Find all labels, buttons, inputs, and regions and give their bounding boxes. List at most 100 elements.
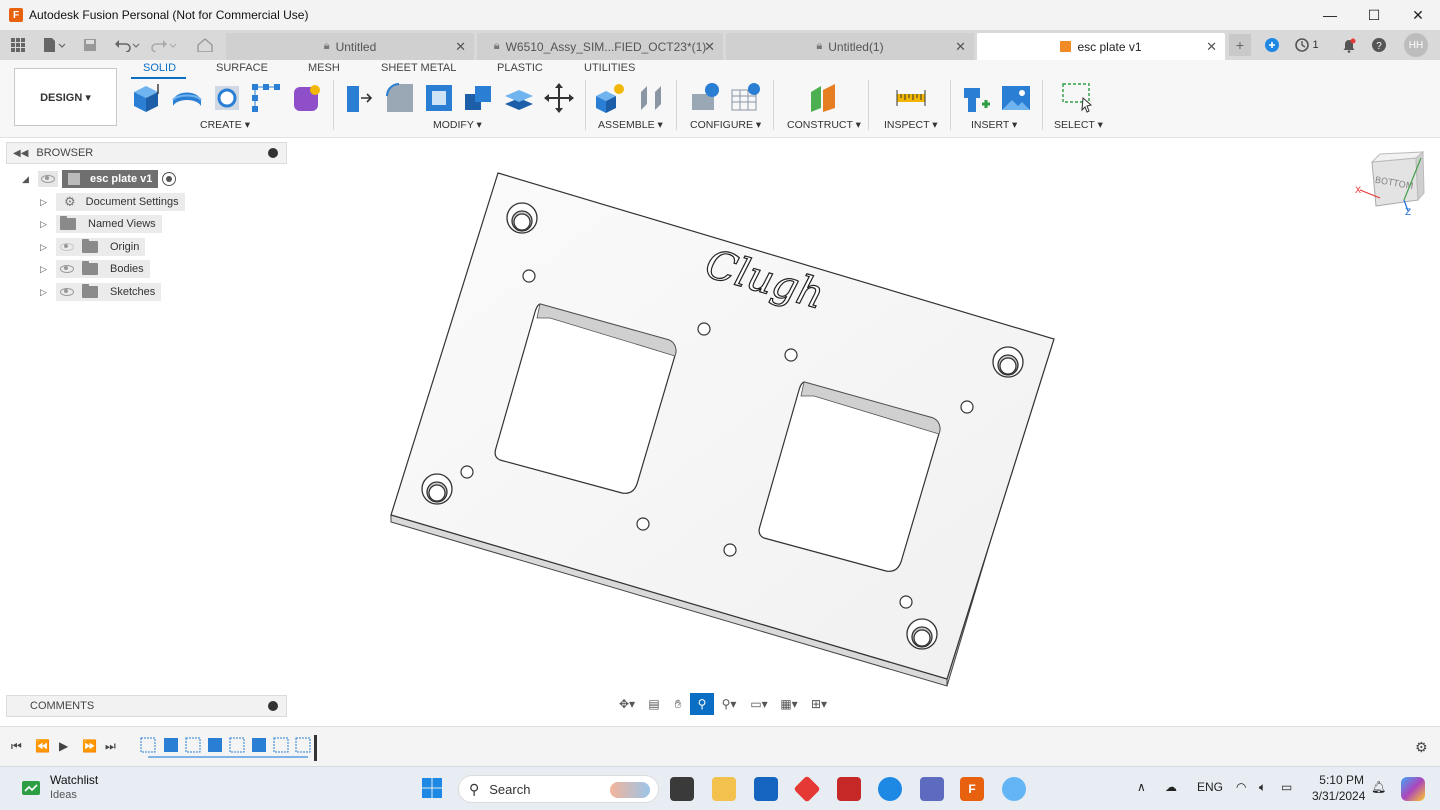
copilot-icon[interactable] [1401,777,1425,801]
look-at-icon[interactable]: ▤ [642,693,666,715]
timeline-settings-gear-icon[interactable]: ⚙ [1415,739,1428,756]
app-globe-icon[interactable] [1002,777,1026,801]
orbit-icon[interactable]: ✥▾ [612,693,642,715]
tab-w6510-assy[interactable]: 🔒︎ W6510_Assy_SIM...FIED_OCT23*(1) ✕ [477,33,723,60]
redo-icon[interactable] [148,36,178,54]
home-icon[interactable] [193,36,217,54]
step-back-icon[interactable]: ⏪ [35,739,50,753]
collapse-panel-icon[interactable]: ◀◀ [13,148,28,159]
visibility-eye-icon[interactable] [60,288,74,296]
combine-icon[interactable] [463,82,495,114]
tab-utilities[interactable]: UTILITIES [584,62,635,74]
expand-triangle-icon[interactable]: ▷ [40,197,50,208]
clock-time[interactable]: 5:10 PM [1312,773,1364,787]
insert-canvas-icon[interactable] [1000,82,1032,114]
viewports-icon[interactable]: ⊞▾ [804,693,834,715]
configuration-table-icon[interactable] [730,82,762,114]
tab-mesh[interactable]: MESH [308,62,340,74]
file-menu-icon[interactable] [40,36,68,54]
construct-menu[interactable]: CONSTRUCT ▾ [787,119,861,131]
hole-icon[interactable] [211,82,243,114]
select-menu[interactable]: SELECT ▾ [1054,119,1103,131]
3d-viewport[interactable]: Clugh BOTTOM X Z [290,140,1440,720]
app-diamond-icon[interactable] [793,775,821,803]
offset-face-icon[interactable] [503,82,535,114]
windows-start-icon[interactable] [421,777,443,799]
browser-root-row[interactable]: ◢ esc plate v1 [22,169,177,189]
mcafee-icon[interactable] [837,777,861,801]
press-pull-icon[interactable] [343,82,375,114]
close-window-button[interactable]: ✕ [1396,0,1440,30]
select-window-icon[interactable] [1061,82,1093,114]
move-copy-icon[interactable] [543,82,575,114]
expand-triangle-icon[interactable]: ▷ [40,264,50,275]
tab-sheet-metal[interactable]: SHEET METAL [381,62,456,74]
insert-menu[interactable]: INSERT ▾ [971,119,1017,131]
expand-triangle-icon[interactable]: ▷ [40,287,50,298]
tab-untitled[interactable]: 🔒︎ Untitled ✕ [226,33,474,60]
new-tab-icon[interactable]: + [1229,34,1251,56]
expand-triangle-icon[interactable]: ▷ [40,242,50,253]
tab-solid[interactable]: SOLID [143,62,176,74]
language-indicator[interactable]: ENG [1197,780,1223,794]
esc-plate-model[interactable]: Clugh [390,172,1055,687]
wifi-icon[interactable]: ◠ [1236,780,1246,794]
new-component-assemble-icon[interactable] [594,82,626,114]
visibility-eye-icon[interactable] [38,171,58,187]
insert-derive-icon[interactable] [960,82,992,114]
battery-icon[interactable]: ▭ [1281,780,1292,794]
visibility-eye-icon[interactable] [60,265,74,273]
maximize-button[interactable]: ☐ [1352,0,1396,30]
tab-surface[interactable]: SURFACE [216,62,268,74]
browser-item-named-views[interactable]: ▷ Named Views [40,214,162,234]
viewcube[interactable]: BOTTOM X Z [1355,150,1425,218]
extensions-icon[interactable] [1262,36,1282,54]
expand-triangle-icon[interactable]: ▷ [40,219,50,230]
play-icon[interactable]: ▶ [59,739,68,753]
modify-menu[interactable]: MODIFY ▾ [433,119,482,131]
tab-esc-plate-v1[interactable]: esc plate v1 ✕ [977,33,1225,60]
browser-item-document-settings[interactable]: ▷ ⚙ Document Settings [40,192,185,212]
measure-icon[interactable] [895,82,927,114]
user-avatar[interactable]: HH [1404,33,1428,57]
comments-panel-header[interactable]: COMMENTS [6,695,287,717]
close-tab-icon[interactable]: ✕ [704,39,715,55]
form-icon[interactable] [291,82,323,114]
notifications-icon[interactable] [1339,36,1359,54]
offset-plane-icon[interactable] [807,82,839,114]
volume-icon[interactable]: 🔈︎ [1259,780,1266,795]
configure-icon[interactable] [690,82,722,114]
extrude-icon[interactable] [171,82,203,114]
close-tab-icon[interactable]: ✕ [955,39,966,55]
tab-plastic[interactable]: PLASTIC [497,62,543,74]
fit-zoom-icon[interactable]: ⚲▾ [714,693,744,715]
stock-widget-icon[interactable] [20,777,42,799]
pan-hand-icon[interactable]: ✋︎ [666,693,690,715]
workspace-switcher-button[interactable]: DESIGN ▾ [14,68,117,126]
browser-panel-header[interactable]: ◀◀ BROWSER [6,142,287,164]
task-view-icon[interactable] [670,777,694,801]
assemble-menu[interactable]: ASSEMBLE ▾ [598,119,663,131]
browser-item-sketches[interactable]: ▷ Sketches [40,282,162,302]
fusion-taskbar-icon[interactable]: F [960,777,984,801]
pattern-icon[interactable] [250,82,282,114]
go-to-end-icon[interactable]: ⏭ [105,739,116,754]
clock-date[interactable]: 3/31/2024 [1312,789,1365,803]
shell-icon[interactable] [423,82,455,114]
onedrive-icon[interactable]: ☁ [1165,780,1177,794]
fillet-icon[interactable] [383,82,415,114]
hidden-eye-icon[interactable] [60,243,74,251]
add-comment-icon[interactable] [268,701,278,711]
inspect-menu[interactable]: INSPECT ▾ [884,119,938,131]
close-tab-icon[interactable]: ✕ [455,39,466,55]
joint-icon[interactable] [635,82,667,114]
help-icon[interactable]: ? [1369,36,1389,54]
collapse-triangle-icon[interactable]: ◢ [22,174,32,185]
close-tab-icon[interactable]: ✕ [1206,39,1217,55]
save-icon[interactable] [80,36,100,54]
undo-icon[interactable] [112,36,142,54]
zoom-icon[interactable]: ⚲ [690,693,714,715]
minimize-button[interactable]: — [1308,0,1352,30]
browser-item-bodies[interactable]: ▷ Bodies [40,259,150,279]
app-grid-icon[interactable] [8,36,28,54]
